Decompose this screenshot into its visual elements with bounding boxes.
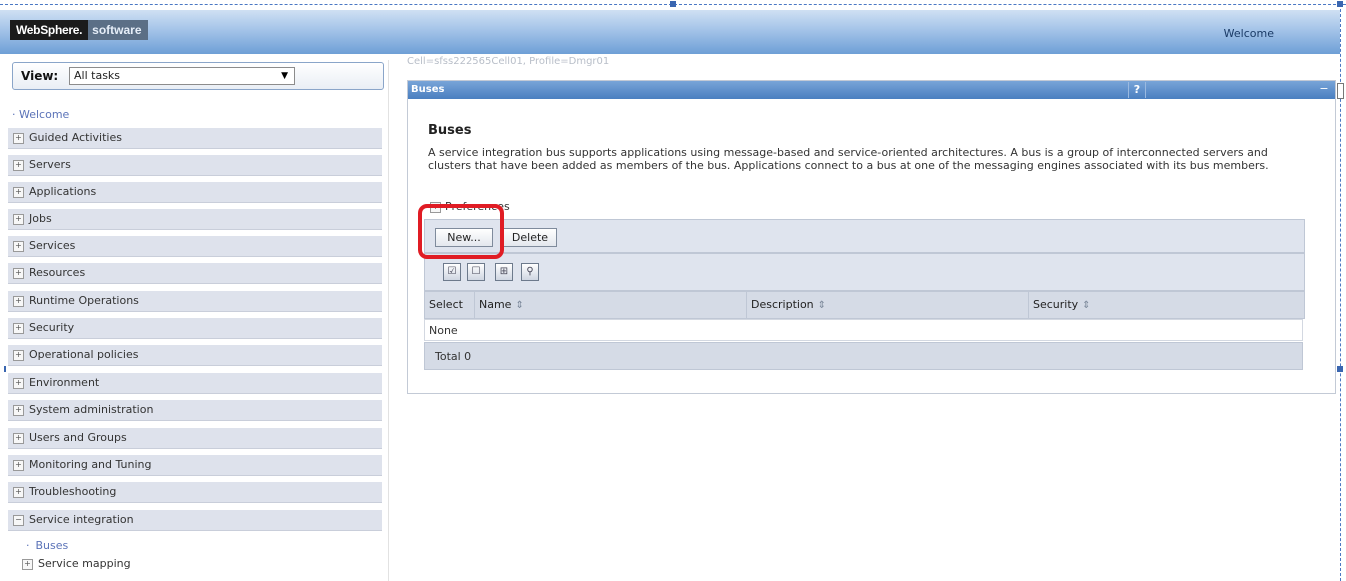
dropdown-arrow-icon: ▼: [281, 71, 288, 81]
nav-sub-item-buses[interactable]: · Buses: [22, 539, 68, 552]
nav-item-label: Users and Groups: [29, 431, 127, 444]
expand-icon[interactable]: +: [13, 132, 24, 144]
nav-item-service-integration[interactable]: − Service integration: [8, 510, 382, 531]
app-header: WebSphere. software Welcome: [0, 10, 1340, 54]
clear-filter-icon[interactable]: ⚲: [521, 263, 539, 281]
help-icon[interactable]: ?: [1128, 82, 1146, 98]
brand-secondary: software: [88, 20, 148, 40]
expand-icon[interactable]: +: [13, 159, 24, 171]
side-panel-tab[interactable]: [1337, 83, 1344, 99]
panel-title-bar: Buses ? −: [408, 81, 1335, 99]
views-bar: View: All tasks ▼: [12, 62, 384, 90]
minimize-icon[interactable]: −: [1317, 83, 1331, 97]
nav-item-label: Services: [29, 239, 76, 252]
table-empty-row: None: [424, 319, 1303, 341]
expand-icon[interactable]: +: [13, 267, 24, 279]
column-label: Security: [1033, 298, 1079, 311]
nav-item-label: Resources: [29, 266, 86, 279]
column-label: Description: [751, 298, 814, 311]
nav-item-label: System administration: [29, 403, 154, 416]
table-header: Select Name ⇕ Description ⇕ Security ⇕: [424, 291, 1305, 319]
views-select[interactable]: All tasks ▼: [69, 67, 295, 85]
nav-item-label: Servers: [29, 158, 71, 171]
nav-item-applications[interactable]: + Applications: [8, 182, 382, 203]
nav-sub-label: Service mapping: [38, 557, 131, 570]
column-header-description[interactable]: Description ⇕: [747, 292, 1029, 318]
select-all-icon[interactable]: ☑: [443, 263, 461, 281]
nav-sub-label: Buses: [35, 539, 69, 552]
nav-item-guided-activities[interactable]: + Guided Activities: [8, 128, 382, 149]
resize-handle-top-right[interactable]: [1337, 1, 1343, 7]
nav-item-label: Environment: [29, 376, 100, 389]
nav-item-label: Runtime Operations: [29, 294, 139, 307]
sort-icon[interactable]: ⇕: [818, 300, 826, 311]
expand-icon[interactable]: +: [13, 322, 24, 334]
column-label: Name: [479, 298, 512, 311]
bullet-icon: ·: [12, 108, 16, 121]
sort-icon[interactable]: ⇕: [515, 300, 523, 311]
expand-icon[interactable]: +: [13, 486, 24, 498]
highlight-annotation: [418, 204, 504, 259]
nav-item-label: Jobs: [29, 212, 52, 225]
column-header-select: Select: [425, 292, 475, 318]
expand-icon[interactable]: +: [13, 432, 24, 444]
nav-item-services[interactable]: + Services: [8, 236, 382, 257]
table-total-row: Total 0: [424, 342, 1303, 370]
nav-welcome-link[interactable]: · Welcome: [12, 108, 69, 121]
column-header-name[interactable]: Name ⇕: [475, 292, 747, 318]
brand-logo: WebSphere. software: [10, 19, 148, 41]
nav-item-label: Service integration: [29, 513, 134, 526]
header-welcome: Welcome: [1223, 27, 1274, 40]
sort-icon[interactable]: ⇕: [1082, 300, 1090, 311]
navigation-tree: View: All tasks ▼ · Welcome + Guided Acti…: [6, 60, 389, 581]
views-select-value: All tasks: [74, 69, 121, 82]
views-label: View:: [21, 69, 59, 83]
expand-icon[interactable]: +: [13, 459, 24, 471]
nav-welcome-label: Welcome: [19, 108, 70, 121]
collapse-icon[interactable]: −: [13, 514, 24, 526]
resize-handle-right[interactable]: [1337, 366, 1343, 372]
expand-icon[interactable]: +: [13, 240, 24, 252]
delete-button[interactable]: Delete: [503, 228, 557, 247]
nav-item-label: Operational policies: [29, 348, 139, 361]
nav-item-label: Monitoring and Tuning: [29, 458, 152, 471]
deselect-all-icon[interactable]: ☐: [467, 263, 485, 281]
panel-title: Buses: [411, 84, 445, 95]
expand-icon[interactable]: +: [13, 186, 24, 198]
expand-icon[interactable]: +: [13, 404, 24, 416]
nav-item-system-administration[interactable]: + System administration: [8, 400, 382, 421]
expand-icon[interactable]: +: [13, 213, 24, 225]
expand-icon[interactable]: +: [13, 349, 24, 361]
nav-item-users-and-groups[interactable]: + Users and Groups: [8, 428, 382, 449]
resize-handle-top[interactable]: [670, 1, 676, 7]
buses-panel: Buses ? − Buses A service integration bu…: [407, 80, 1336, 394]
nav-sub-item-service-mapping[interactable]: + Service mapping: [22, 557, 131, 570]
table-toolbar: ☑ ☐ ⊞ ⚲: [424, 253, 1305, 291]
nav-item-jobs[interactable]: + Jobs: [8, 209, 382, 230]
nav-item-runtime-operations[interactable]: + Runtime Operations: [8, 291, 382, 312]
nav-item-label: Applications: [29, 185, 97, 198]
brand-primary: WebSphere.: [10, 20, 89, 40]
nav-item-label: Troubleshooting: [29, 485, 117, 498]
nav-item-label: Security: [29, 321, 75, 334]
page-heading: Buses: [428, 123, 472, 138]
button-bar: New... Delete: [424, 219, 1305, 253]
nav-item-monitoring-and-tuning[interactable]: + Monitoring and Tuning: [8, 455, 382, 476]
show-filter-icon[interactable]: ⊞: [495, 263, 513, 281]
breadcrumb: Cell=sfss222565Cell01, Profile=Dmgr01: [407, 56, 610, 67]
nav-item-operational-policies[interactable]: + Operational policies: [8, 345, 382, 366]
bullet-icon: ·: [26, 539, 30, 552]
nav-item-servers[interactable]: + Servers: [8, 155, 382, 176]
expand-icon[interactable]: +: [22, 558, 33, 570]
nav-item-troubleshooting[interactable]: + Troubleshooting: [8, 482, 382, 503]
column-header-security[interactable]: Security ⇕: [1029, 292, 1304, 318]
expand-icon[interactable]: +: [13, 377, 24, 389]
nav-item-resources[interactable]: + Resources: [8, 263, 382, 284]
nav-item-label: Guided Activities: [29, 131, 122, 144]
nav-item-security[interactable]: + Security: [8, 318, 382, 339]
page-description: A service integration bus supports appli…: [428, 146, 1269, 172]
expand-icon[interactable]: +: [13, 295, 24, 307]
nav-item-environment[interactable]: + Environment: [8, 373, 382, 394]
